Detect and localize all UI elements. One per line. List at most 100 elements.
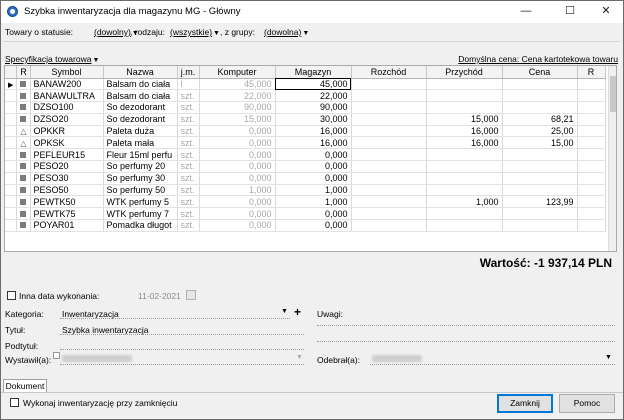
category-dropdown-arrow-icon[interactable]: ▼: [281, 308, 288, 315]
store-qty-cell[interactable]: 0,000: [275, 148, 352, 162]
table-row[interactable]: △ OPKKR Paleta duża szt. 0,000 16,000 16,000 25…: [5, 125, 606, 138]
price-cell: 123,99: [502, 195, 578, 209]
outgoing-cell: [351, 78, 427, 91]
received-by-label: Odebrał(a):: [317, 355, 360, 365]
column-header-store[interactable]: Magazyn: [275, 66, 352, 79]
symbol-cell: OPKSK: [30, 136, 104, 150]
tab-document[interactable]: Dokument: [3, 379, 47, 393]
add-category-button[interactable]: +: [294, 305, 301, 319]
inventory-grid[interactable]: R Symbol Nazwa j.m. Komputer Magazyn Roz…: [4, 65, 617, 252]
store-qty-cell[interactable]: 1,000: [275, 195, 352, 209]
received-by-dropdown-arrow-icon[interactable]: ▼: [605, 354, 612, 361]
outgoing-cell: [351, 125, 427, 138]
store-qty-cell[interactable]: 30,000: [275, 113, 352, 126]
status-filter-value: (dowolny): [94, 27, 131, 37]
computer-qty-cell: 15,000: [199, 113, 276, 126]
store-qty-cell[interactable]: 1,000: [275, 184, 352, 197]
column-header-computer[interactable]: Komputer: [199, 66, 276, 79]
close-dialog-button[interactable]: Zamknij: [497, 394, 553, 413]
incoming-cell: 15,000: [426, 113, 503, 126]
column-header-price[interactable]: Cena: [502, 66, 578, 79]
unit-cell: szt.: [177, 125, 200, 138]
issued-by-dropdown-arrow-icon[interactable]: ▼: [296, 354, 303, 361]
table-row[interactable]: POYAR01 Pomadka długot szt. 0,000 0,000: [5, 219, 606, 232]
table-row[interactable]: ▶ BANAW200 Balsam do ciała l 45,000 45,000: [5, 78, 606, 91]
product-square-icon: [20, 92, 27, 99]
table-row[interactable]: PESO20 So perfumy 20 szt. 0,000 0,000: [5, 160, 606, 173]
column-header-r[interactable]: R: [16, 66, 31, 79]
column-header-unit[interactable]: j.m.: [177, 66, 200, 79]
issued-by-value[interactable]: [62, 355, 132, 362]
minimize-button[interactable]: —: [512, 2, 540, 20]
column-header-outgoing[interactable]: Rozchód: [351, 66, 427, 79]
store-qty-cell[interactable]: 0,000: [275, 172, 352, 185]
column-header-incoming[interactable]: Przychód: [426, 66, 503, 79]
table-row[interactable]: PESO30 So perfumy 30 szt. 0,000 0,000: [5, 172, 606, 185]
group-filter-dropdown[interactable]: (dowolna)▼: [264, 27, 309, 37]
row-marker-cell: △: [16, 136, 31, 150]
person-icon: [53, 352, 60, 359]
other-date-checkbox[interactable]: [7, 291, 16, 300]
store-qty-cell[interactable]: 0,000: [275, 219, 352, 232]
symbol-cell: POYAR01: [30, 219, 104, 232]
column-header-r2[interactable]: R: [577, 66, 606, 79]
unit-cell: szt.: [177, 136, 200, 150]
row-pointer-cell: [5, 101, 18, 114]
name-cell: Balsam do ciała: [103, 78, 178, 91]
store-qty-cell[interactable]: 0,000: [275, 160, 352, 173]
store-qty-cell[interactable]: 90,000: [275, 101, 352, 114]
table-row[interactable]: PEWTK50 WTK perfumy 5 szt. 0,000 1,000 1,000 1…: [5, 195, 606, 209]
table-row[interactable]: PEWTK75 WTK perfumy 7 szt. 0,000 0,000: [5, 207, 606, 221]
column-header-name[interactable]: Nazwa: [103, 66, 178, 79]
table-row[interactable]: DZSO100 So dezodorant szt. 90,000 90,000: [5, 101, 606, 114]
execute-on-close-checkbox[interactable]: [10, 398, 19, 407]
store-qty-cell[interactable]: 45,000: [275, 78, 352, 91]
symbol-cell: PESO50: [30, 184, 104, 197]
table-row[interactable]: PEFLEUR15 Fleur 15ml perfu szt. 0,000 0,000: [5, 148, 606, 162]
row-marker-cell: [16, 160, 31, 173]
subtitle-input[interactable]: [60, 349, 304, 350]
computer-qty-cell: 45,000: [199, 78, 276, 91]
unit-cell: l: [177, 78, 200, 91]
store-qty-cell[interactable]: 16,000: [275, 136, 352, 150]
remarks-line-2[interactable]: [317, 341, 615, 342]
remarks-line-1[interactable]: [317, 325, 615, 326]
table-row[interactable]: PESO50 So perfumy 50 szt. 1,000 1,000: [5, 184, 606, 197]
calendar-icon[interactable]: [186, 290, 196, 300]
help-button[interactable]: Pomoc: [559, 394, 615, 413]
default-price-link[interactable]: Domyślna cena: Cena kartotekowa towaru: [458, 54, 618, 64]
filter-separator: [3, 41, 620, 42]
vertical-scrollbar[interactable]: [608, 66, 616, 251]
store-qty-cell[interactable]: 22,000: [275, 89, 352, 103]
scrollbar-thumb[interactable]: [610, 76, 616, 112]
status-filter-label: Towary o statusie:: [5, 27, 74, 37]
column-header-symbol[interactable]: Symbol: [30, 66, 104, 79]
row-pointer-cell: [5, 172, 18, 185]
store-qty-cell[interactable]: 16,000: [275, 125, 352, 138]
product-spec-dropdown[interactable]: Specyfikacja towarowa▼: [5, 54, 99, 64]
row-pointer-cell: [5, 207, 18, 221]
computer-qty-cell: 0,000: [199, 148, 276, 162]
symbol-cell: BANAWULTRA: [30, 89, 104, 103]
unit-cell: szt.: [177, 101, 200, 114]
outgoing-cell: [351, 172, 427, 185]
table-row[interactable]: △ OPKSK Paleta mała szt. 0,000 16,000 16,000 15…: [5, 136, 606, 150]
inventory-table: R Symbol Nazwa j.m. Komputer Magazyn Roz…: [5, 66, 606, 232]
execute-on-close-label: Wykonaj inwentaryzację przy zamknięciu: [23, 398, 178, 408]
price-cell: 25,00: [502, 125, 578, 138]
received-by-value[interactable]: [372, 355, 422, 362]
table-row[interactable]: DZSO20 So dezodorant szt. 15,000 30,000 15,00…: [5, 113, 606, 126]
store-qty-cell[interactable]: 0,000: [275, 207, 352, 221]
name-cell: So perfumy 20: [103, 160, 178, 173]
name-cell: Balsam do ciała: [103, 89, 178, 103]
close-button[interactable]: ✕: [592, 2, 620, 20]
name-cell: So dezodorant: [103, 113, 178, 126]
table-row[interactable]: BANAWULTRA Balsam do ciała szt. 22,000 22,00…: [5, 89, 606, 103]
price-cell: 15,00: [502, 136, 578, 150]
kind-filter-dropdown[interactable]: (wszystkie)▼: [170, 27, 220, 37]
r-cell: [577, 184, 606, 197]
row-marker-cell: [16, 207, 31, 221]
other-date-input[interactable]: 11-02-2021: [138, 291, 181, 301]
maximize-button[interactable]: ☐: [556, 2, 584, 20]
name-cell: So dezodorant: [103, 101, 178, 114]
